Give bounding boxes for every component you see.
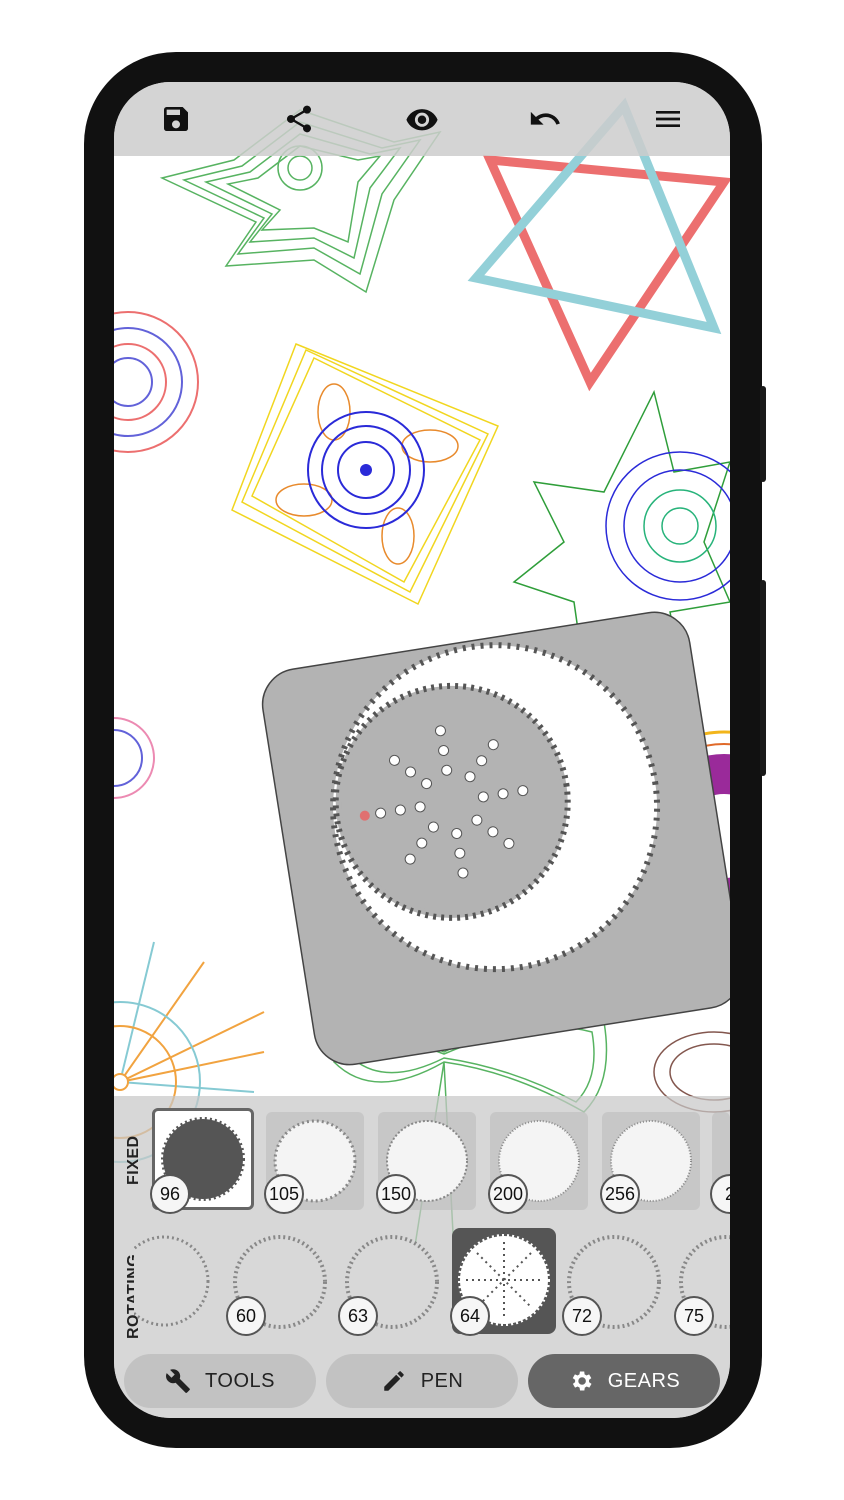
phone-power-button — [760, 386, 766, 482]
undo-button[interactable] — [517, 91, 573, 147]
gear-size-badge: 105 — [264, 1174, 304, 1214]
save-icon — [163, 107, 188, 131]
gear-size-badge: 96 — [150, 1174, 190, 1214]
wrench-icon — [166, 1369, 190, 1393]
menu-button[interactable] — [640, 91, 696, 147]
spiral-left-pink — [114, 717, 155, 799]
gear-size-badge: 256 — [600, 1174, 640, 1214]
gear-icon — [572, 1371, 592, 1391]
bottom-nav: TOOLS PEN GEARS — [124, 1354, 724, 1408]
tools-label: TOOLS — [205, 1369, 275, 1392]
top-toolbar — [114, 82, 730, 156]
spiral-yellow-flower — [231, 343, 500, 606]
pencil-icon — [383, 1371, 404, 1391]
pen-button[interactable]: PEN — [326, 1354, 518, 1408]
gear-size-badge: 63 — [338, 1296, 378, 1336]
undo-icon — [530, 111, 561, 125]
pen-label: PEN — [420, 1369, 464, 1392]
menu-icon — [656, 111, 681, 127]
gear-size-badge: 72 — [562, 1296, 602, 1336]
rotating-gear-partial[interactable] — [134, 1232, 214, 1330]
gear-size-badge: 150 — [376, 1174, 416, 1214]
gear-size-badge: 60 — [226, 1296, 266, 1336]
gear-template — [261, 611, 730, 1066]
tools-button[interactable]: TOOLS — [124, 1354, 316, 1408]
gears-button[interactable]: GEARS — [528, 1354, 720, 1408]
share-icon — [286, 105, 311, 133]
phone-volume-button — [760, 580, 766, 776]
gear-size-badge: 64 — [450, 1296, 490, 1336]
preview-button[interactable] — [394, 91, 450, 147]
gear-size-badge: 200 — [488, 1174, 528, 1214]
app-screen: FIXED ROTATING 96 105 150 200 256 2 60 — [114, 82, 730, 1418]
fixed-row-label: FIXED — [125, 1135, 142, 1185]
share-button[interactable] — [271, 91, 327, 147]
spiral-left-red — [114, 311, 199, 453]
gear-size-badge: 75 — [674, 1296, 714, 1336]
gears-label: GEARS — [607, 1369, 681, 1392]
eye-icon — [406, 109, 438, 131]
save-button[interactable] — [148, 91, 204, 147]
